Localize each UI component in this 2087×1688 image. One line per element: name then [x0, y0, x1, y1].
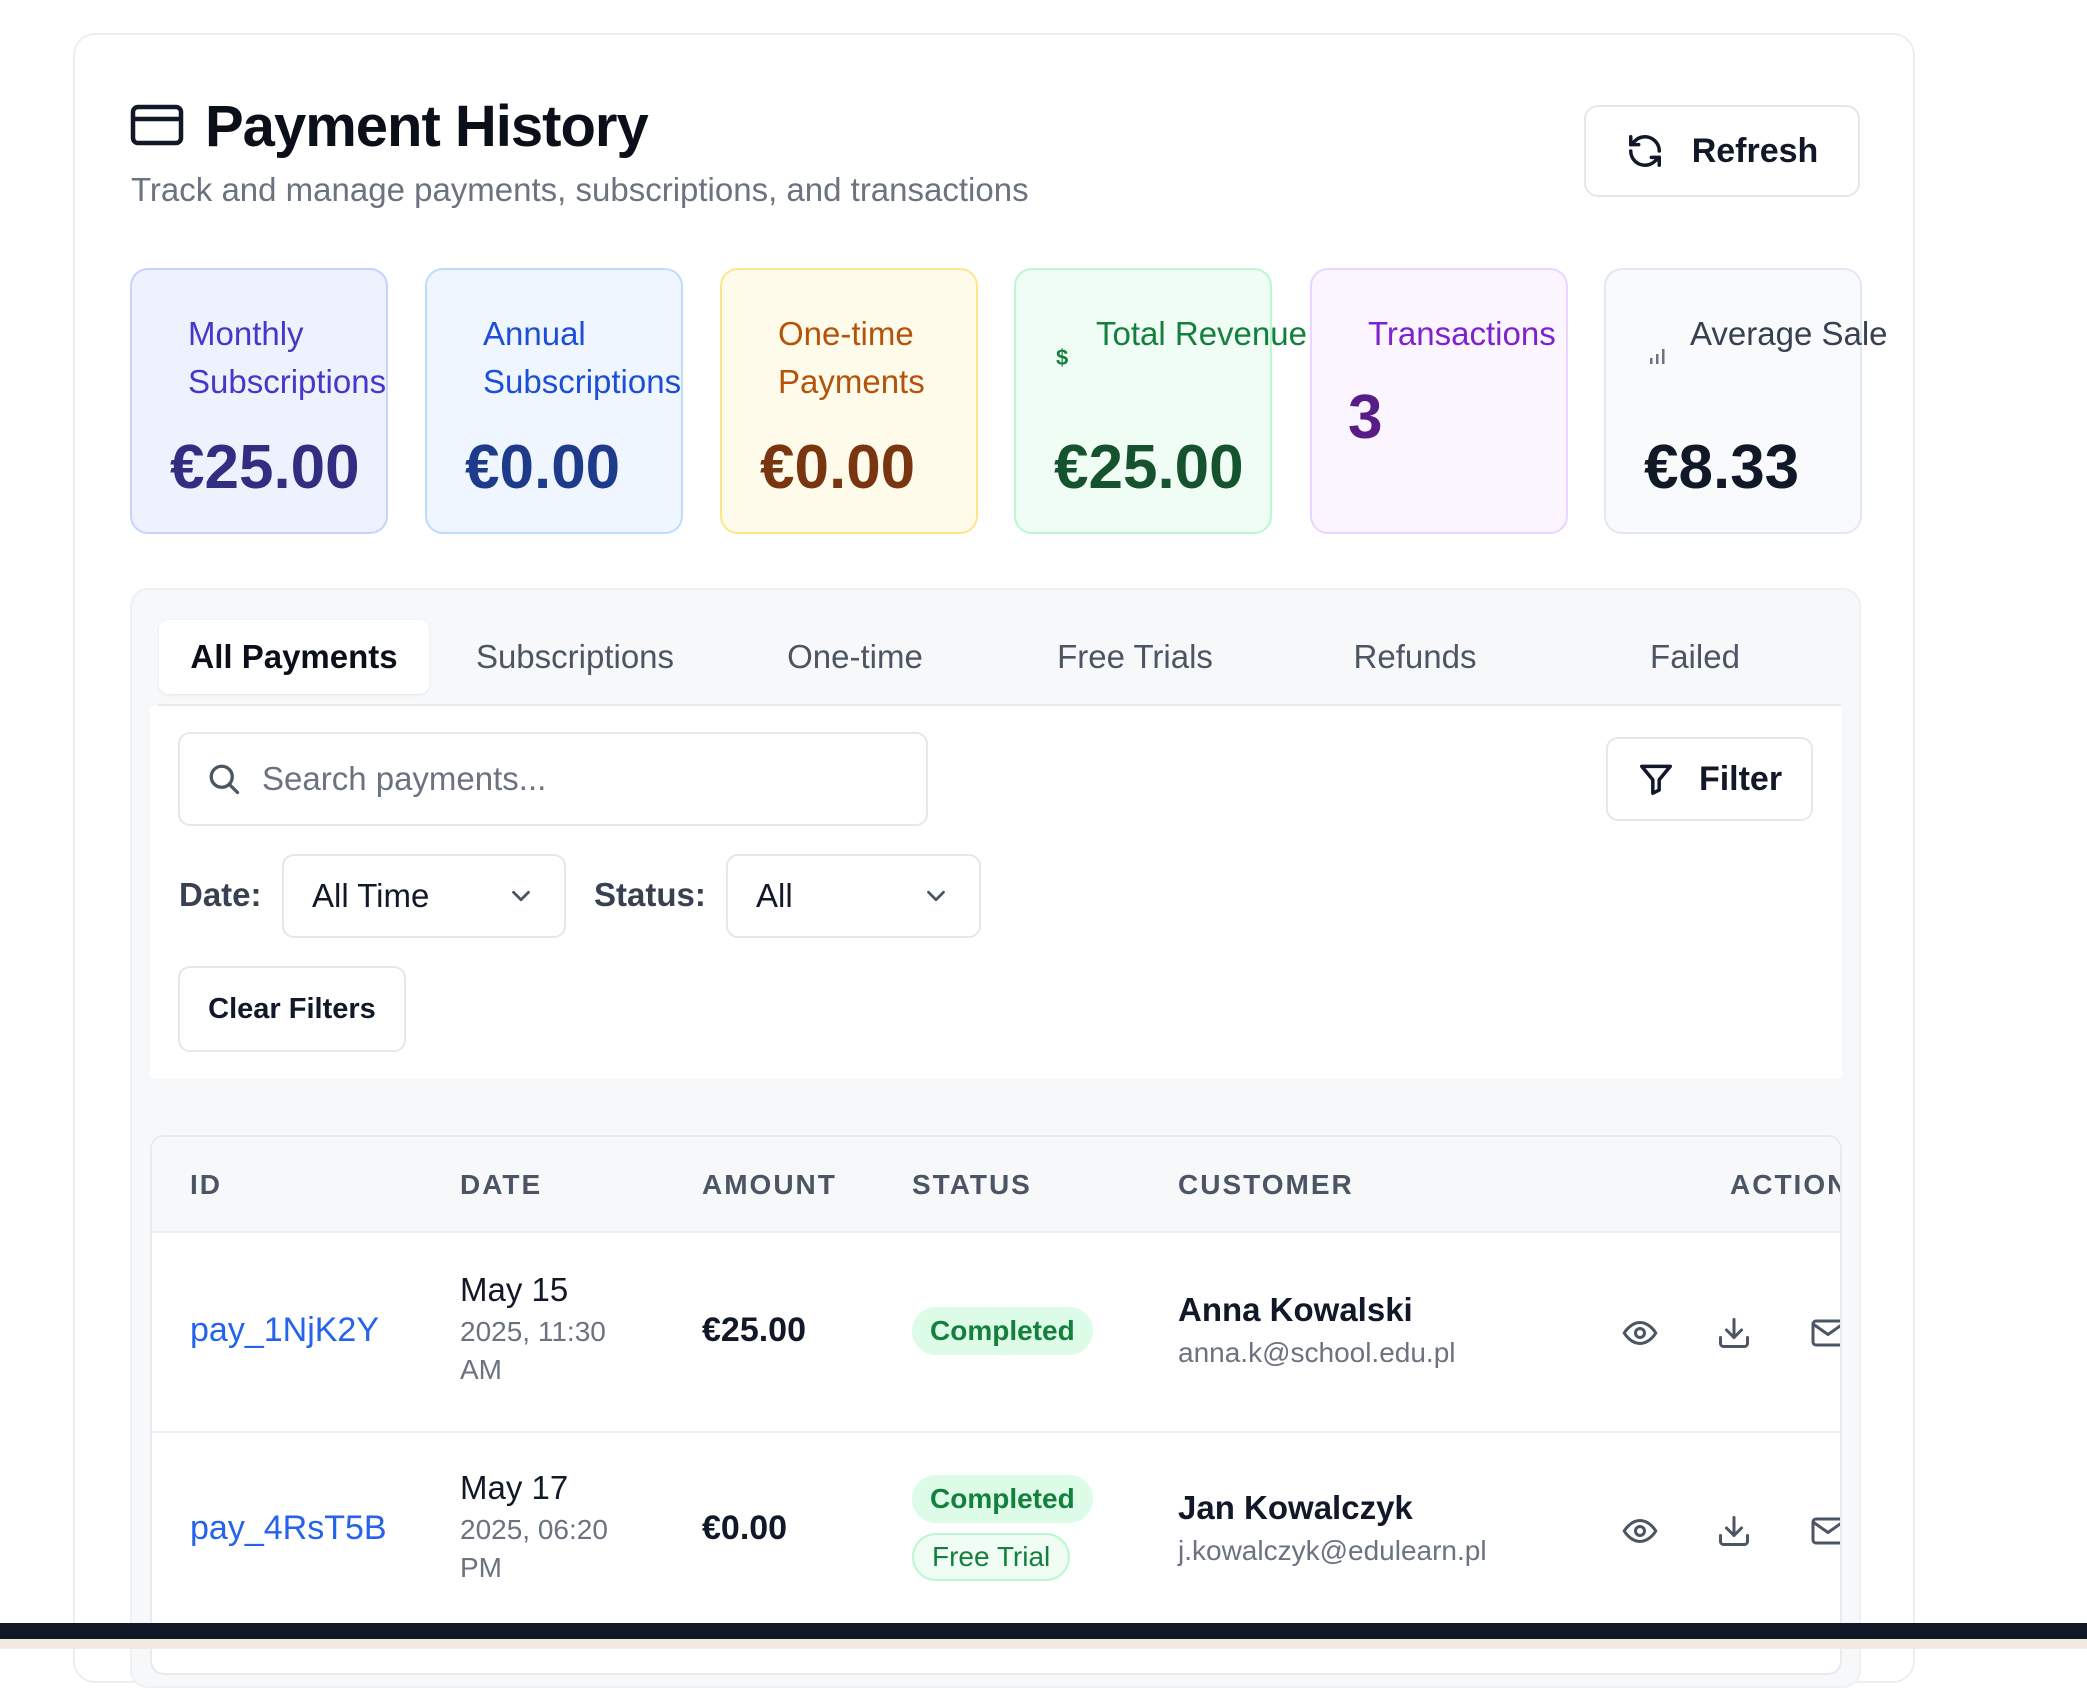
column-header-id: ID	[190, 1169, 222, 1200]
stat-card-transactions: Transactions 3	[1310, 268, 1568, 534]
status-select-value: All	[756, 877, 793, 914]
stat-label: Transactions	[1368, 315, 1556, 352]
date-select-value: All Time	[312, 877, 430, 914]
bar-chart-icon	[1650, 349, 1665, 364]
column-header-customer: CUSTOMER	[1178, 1169, 1354, 1200]
payment-date: May 15	[460, 1271, 569, 1308]
status-label: Status:	[594, 876, 706, 913]
customer-name: Anna Kowalski	[1178, 1291, 1413, 1328]
download-icon	[1719, 1318, 1749, 1348]
view-button[interactable]	[1616, 1309, 1664, 1357]
column-header-amount: AMOUNT	[702, 1169, 837, 1200]
stat-label: Monthly Subscriptions	[188, 315, 387, 400]
email-button[interactable]	[1804, 1309, 1840, 1357]
filter-icon	[1639, 764, 1672, 795]
stat-label: Total Revenue	[1096, 315, 1307, 352]
page-title: Payment History	[205, 94, 649, 159]
filter-button[interactable]: Filter	[1606, 737, 1813, 821]
payment-id-link[interactable]: pay_4RsT5B	[190, 1509, 387, 1548]
email-button[interactable]	[1804, 1507, 1840, 1555]
download-button[interactable]	[1710, 1507, 1758, 1555]
status-badge: Completed	[912, 1475, 1093, 1523]
payment-date: May 17	[460, 1469, 569, 1506]
stat-label: One-time Payments	[778, 315, 925, 400]
stat-value: €0.00	[760, 433, 916, 502]
search-box	[178, 732, 928, 826]
stat-label: Average Sale	[1690, 315, 1888, 352]
customer-name: Jan Kowalczyk	[1178, 1489, 1413, 1526]
payment-date-time: 2025, 06:20 PM	[460, 1514, 608, 1583]
search-input[interactable]	[260, 759, 904, 799]
tab-subscriptions[interactable]: Subscriptions	[445, 620, 705, 694]
chevron-down-icon	[927, 890, 945, 902]
payment-amount: €25.00	[702, 1311, 806, 1349]
bottom-strip	[0, 1639, 2087, 1649]
clear-filters-button[interactable]: Clear Filters	[178, 966, 406, 1052]
stat-label: Annual Subscriptions	[483, 315, 682, 400]
payment-id-link[interactable]: pay_1NjK2Y	[190, 1311, 379, 1350]
column-header-status: STATUS	[912, 1169, 1032, 1200]
stat-card-one-time-payments: One-time Payments €0.00	[720, 268, 978, 534]
eye-icon	[1622, 1518, 1658, 1544]
free-trial-badge: Free Trial	[912, 1533, 1071, 1581]
taskbar	[0, 1623, 2087, 1639]
refresh-button[interactable]: Refresh	[1584, 105, 1860, 197]
page-subtitle: Track and manage payments, subscriptions…	[131, 171, 1029, 208]
credit-card-icon	[130, 104, 184, 146]
tab-all-payments[interactable]: All Payments	[159, 620, 429, 694]
filter-label: Filter	[1698, 759, 1783, 798]
mail-icon	[1811, 1319, 1840, 1347]
date-select[interactable]: All Time	[282, 854, 566, 938]
payments-table: ID DATE AMOUNT STATUS CUSTOMER ACTIONS p…	[150, 1135, 1842, 1675]
download-button[interactable]	[1710, 1309, 1758, 1357]
customer-email: anna.k@school.edu.pl	[1178, 1337, 1456, 1368]
stat-value: 3	[1348, 383, 1383, 452]
tab-refunds[interactable]: Refunds	[1285, 620, 1545, 694]
stat-card-total-revenue: $ Total Revenue €25.00	[1014, 268, 1307, 534]
table-row: pay_1NjK2Y May 15 2025, 11:30 AM €25.00 …	[152, 1233, 1840, 1433]
stat-value: €0.00	[465, 433, 621, 502]
stat-value: €25.00	[1054, 433, 1244, 502]
payment-date-time: 2025, 11:30 AM	[460, 1316, 606, 1385]
chevron-down-icon	[512, 890, 530, 902]
tab-failed[interactable]: Failed	[1565, 620, 1825, 694]
refresh-icon	[1628, 135, 1661, 167]
tab-one-time[interactable]: One-time	[725, 620, 985, 694]
stat-value: €25.00	[170, 433, 360, 502]
stat-value: €8.33	[1644, 433, 1800, 502]
column-header-actions: ACTIONS	[1730, 1169, 1840, 1200]
date-label: Date:	[179, 876, 262, 913]
refresh-label: Refresh	[1691, 131, 1819, 170]
status-select[interactable]: All	[726, 854, 981, 938]
column-header-date: DATE	[460, 1169, 543, 1200]
download-icon	[1719, 1516, 1749, 1546]
view-button[interactable]	[1616, 1507, 1664, 1555]
eye-icon	[1622, 1320, 1658, 1346]
tab-free-trials[interactable]: Free Trials	[1005, 620, 1265, 694]
table-header: ID DATE AMOUNT STATUS CUSTOMER ACTIONS	[152, 1137, 1840, 1233]
dollar-icon: $	[1056, 345, 1069, 370]
stat-card-monthly-subscriptions: Monthly Subscriptions €25.00	[130, 268, 388, 534]
mail-icon	[1811, 1517, 1840, 1545]
stat-card-annual-subscriptions: Annual Subscriptions €0.00	[425, 268, 683, 534]
stat-card-average-sale: Average Sale €8.33	[1604, 268, 1888, 534]
payment-amount: €0.00	[702, 1509, 788, 1547]
status-badge: Completed	[912, 1307, 1093, 1355]
table-row: pay_4RsT5B May 17 2025, 06:20 PM €0.00 C…	[152, 1431, 1840, 1631]
customer-email: j.kowalczyk@edulearn.pl	[1178, 1535, 1487, 1566]
search-icon	[209, 764, 240, 795]
